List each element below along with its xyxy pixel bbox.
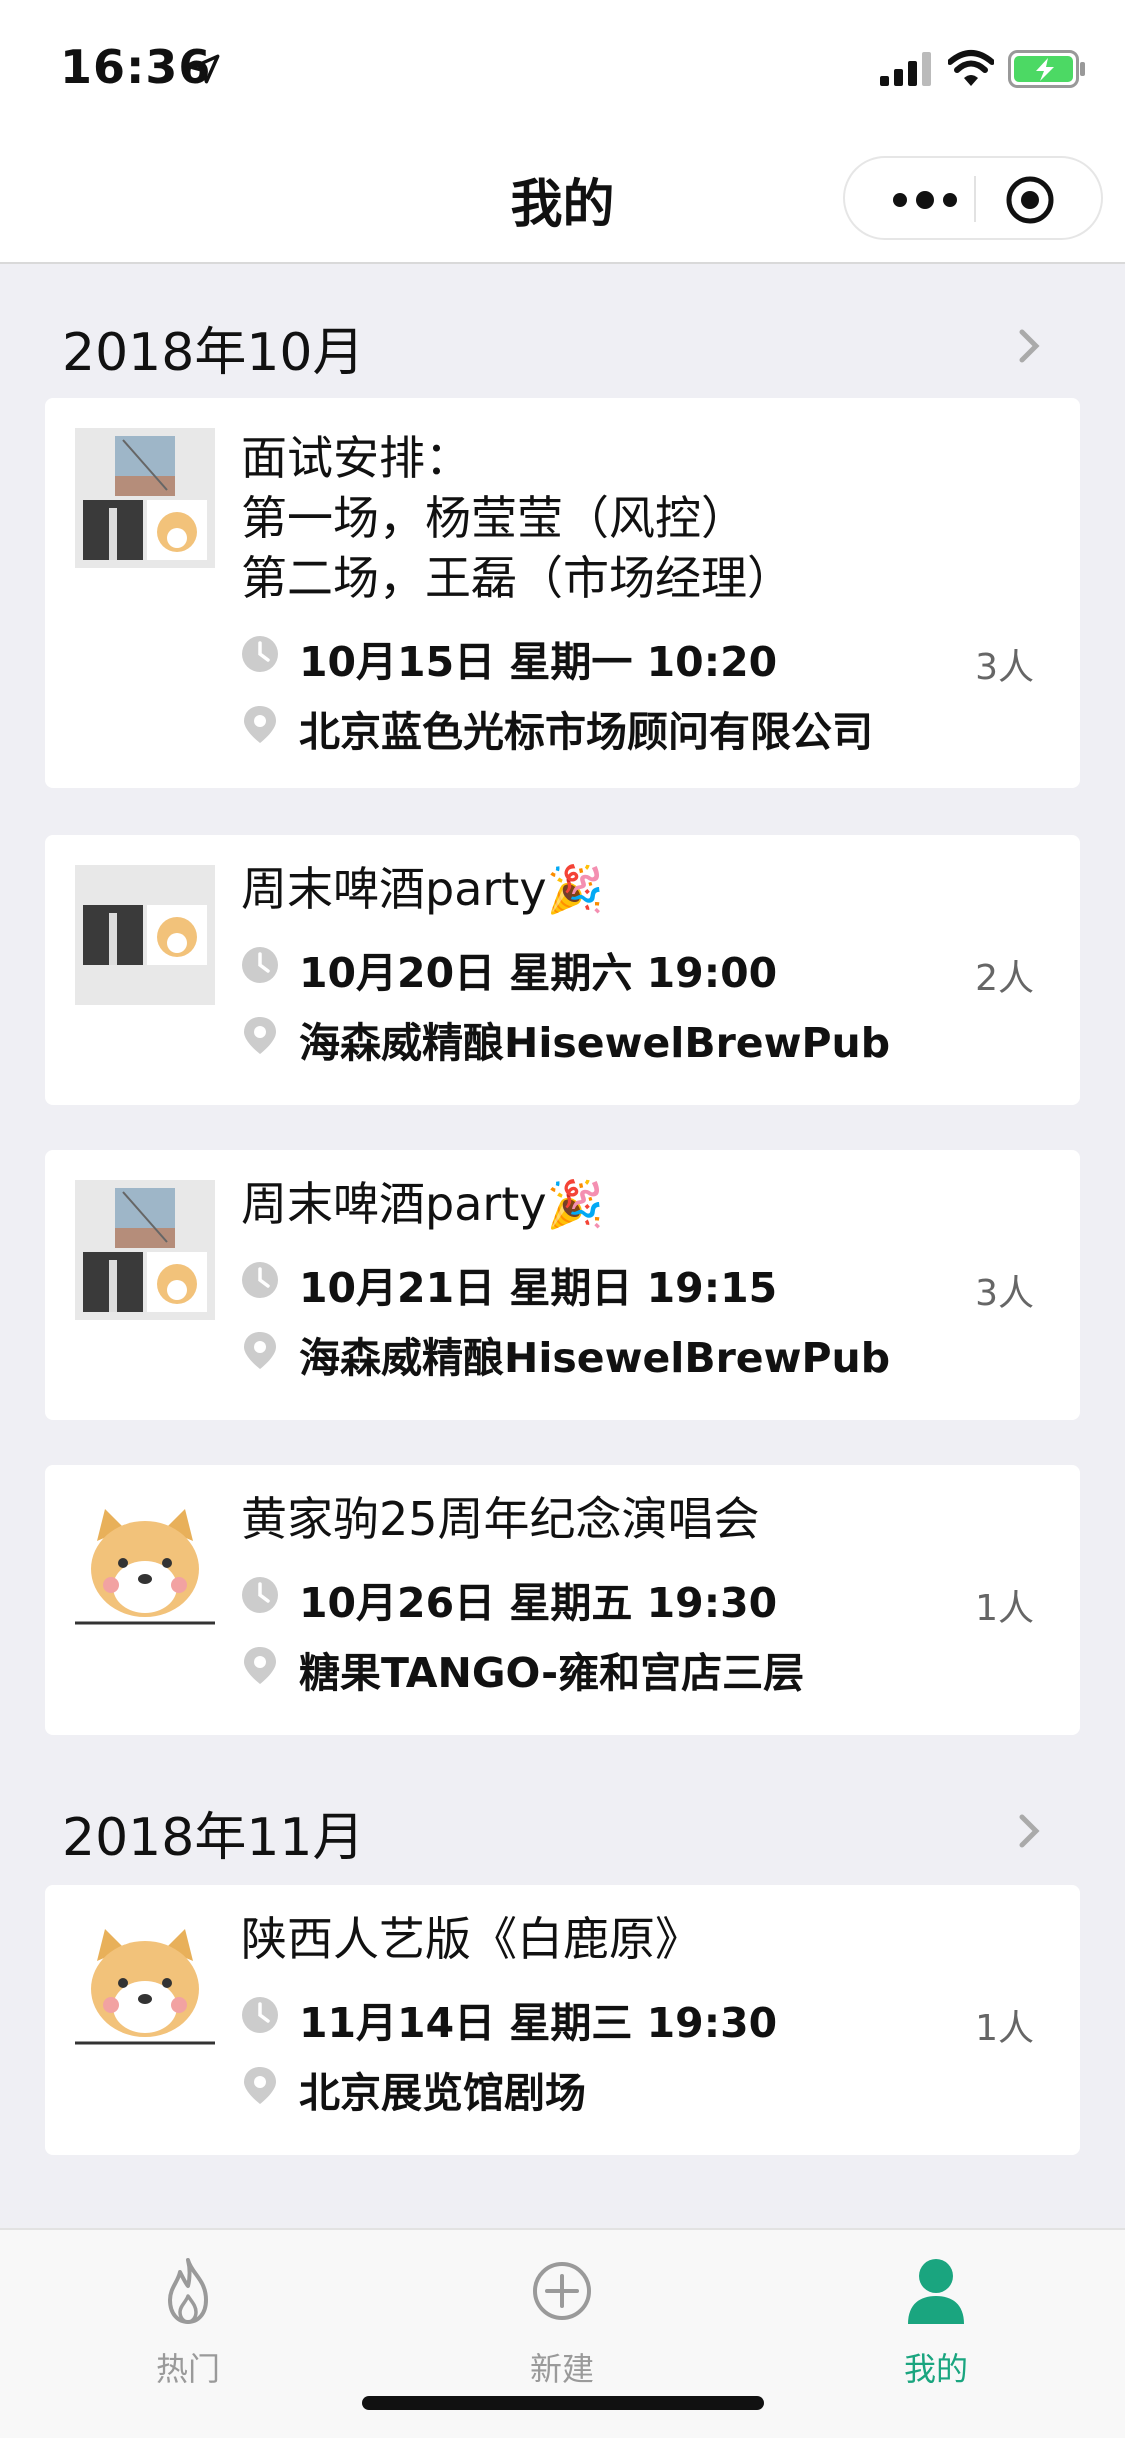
month-label: 2018年10月 (62, 323, 365, 383)
person-icon (908, 2259, 964, 2324)
event-title: 面试安排： 第一场，杨莹莹（风控） 第二场，王磊（市场经理） (241, 431, 793, 605)
participant-count: 2人 (975, 958, 1034, 999)
mini-program-capsule (843, 156, 1103, 240)
location-pin-icon (244, 1017, 276, 1054)
event-card[interactable]: 面试安排： 第一场，杨莹莹（风控） 第二场，王磊（市场经理） 10月15日 星期… (45, 398, 1080, 788)
clock-icon (242, 1577, 278, 1613)
event-location: 糖果TANGO-雍和宫店三层 (299, 1649, 805, 1697)
month-header-october[interactable]: 2018年10月 (0, 290, 1125, 390)
event-card[interactable]: 陕西人艺版《白鹿原》 11月14日 星期三 19:30 北京展览馆剧场 1人 (45, 1885, 1080, 2155)
group-avatar (75, 1180, 215, 1320)
clock-icon (242, 1997, 278, 2033)
event-card[interactable]: 周末啤酒party🎉 10月21日 星期日 19:15 海森威精酿Hisewel… (45, 1150, 1080, 1420)
event-card[interactable]: 周末啤酒party🎉 10月20日 星期六 19:00 海森威精酿Hisewel… (45, 835, 1080, 1105)
event-location: 北京展览馆剧场 (299, 2069, 586, 2117)
plus-circle-icon (533, 2262, 591, 2320)
event-title: 周末啤酒party🎉 (241, 1177, 604, 1231)
tab-mine[interactable]: 我的 (836, 2248, 1036, 2388)
month-label: 2018年11月 (62, 1808, 365, 1868)
cellular-signal-icon (880, 52, 931, 86)
event-location: 北京蓝色光标市场顾问有限公司 (299, 708, 873, 756)
event-datetime: 10月20日 星期六 19:00 (299, 949, 778, 997)
flame-icon (168, 2258, 208, 2324)
more-options-icon[interactable] (880, 180, 970, 220)
location-pin-icon (244, 1332, 276, 1369)
tab-label: 热门 (155, 2350, 220, 2388)
event-datetime: 11月14日 星期三 19:30 (299, 1999, 778, 2047)
capsule-divider (974, 176, 976, 222)
location-pin-icon (244, 706, 276, 743)
event-datetime: 10月21日 星期日 19:15 (299, 1264, 778, 1312)
participant-count: 1人 (975, 2008, 1034, 2049)
participant-count: 3人 (975, 1273, 1034, 1314)
participant-count: 3人 (975, 647, 1034, 688)
wifi-icon (948, 50, 994, 86)
navigation-bar: 我的 (0, 132, 1125, 264)
user-avatar (75, 1495, 215, 1635)
chevron-right-icon (1019, 1814, 1040, 1848)
location-arrow-icon (190, 54, 220, 84)
event-title: 陕西人艺版《白鹿原》 (241, 1912, 701, 1966)
event-datetime: 10月26日 星期五 19:30 (299, 1579, 778, 1627)
month-header-november[interactable]: 2018年11月 (0, 1775, 1125, 1875)
location-pin-icon (244, 1647, 276, 1684)
status-bar: 16:36 (0, 0, 1125, 132)
event-datetime: 10月15日 星期一 10:20 (299, 638, 778, 686)
tab-new[interactable]: 新建 (462, 2248, 662, 2388)
group-avatar (75, 865, 215, 1005)
user-avatar (75, 1915, 215, 2055)
home-indicator[interactable] (362, 2396, 764, 2410)
tab-label: 新建 (529, 2350, 594, 2388)
event-location: 海森威精酿HisewelBrewPub (299, 1334, 891, 1382)
group-avatar (75, 428, 215, 568)
event-card[interactable]: 黄家驹25周年纪念演唱会 10月26日 星期五 19:30 糖果TANGO-雍和… (45, 1465, 1080, 1735)
clock-icon (242, 1262, 278, 1298)
event-title: 周末啤酒party🎉 (241, 862, 604, 916)
chevron-right-icon (1019, 329, 1040, 363)
close-mini-program-icon[interactable] (1000, 176, 1060, 224)
clock-icon (242, 636, 278, 672)
event-location: 海森威精酿HisewelBrewPub (299, 1019, 891, 1067)
tab-hot[interactable]: 热门 (88, 2248, 288, 2388)
battery-charging-icon (1008, 50, 1085, 88)
tab-label: 我的 (903, 2350, 968, 2388)
event-title: 黄家驹25周年纪念演唱会 (241, 1492, 760, 1546)
participant-count: 1人 (975, 1588, 1034, 1629)
location-pin-icon (244, 2067, 276, 2104)
clock-icon (242, 947, 278, 983)
